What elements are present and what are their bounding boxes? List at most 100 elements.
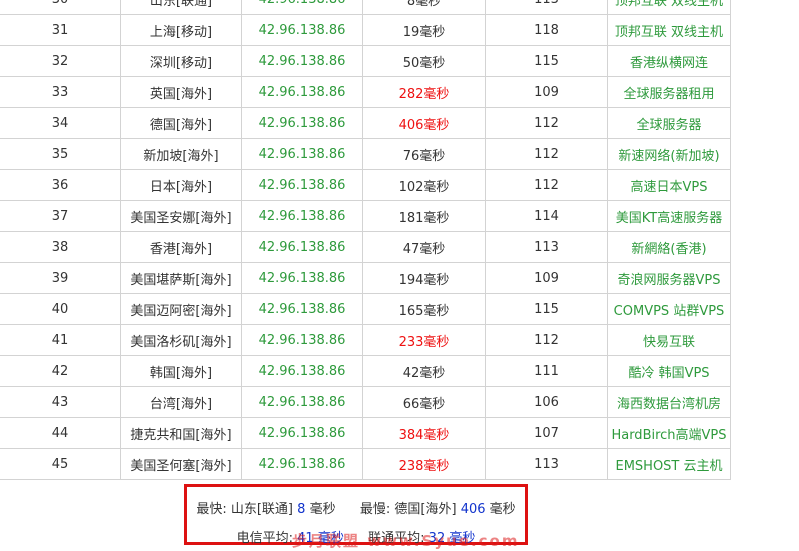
monitor-location: 日本[海外] (120, 169, 242, 201)
ttl-value: 115 (485, 293, 608, 325)
row-number: 43 (0, 386, 121, 418)
response-time: 76毫秒 (362, 138, 486, 170)
resolved-ip: 42.96.138.86 (241, 200, 363, 232)
resolved-ip: 42.96.138.86 (241, 386, 363, 418)
monitor-location: 深圳[移动] (120, 45, 242, 77)
sponsor-link[interactable]: COMVPS 站群VPS (614, 304, 725, 319)
fastest-location: 山东[联通] (230, 502, 293, 517)
monitor-location: 德国[海外] (120, 107, 242, 139)
sponsor-link[interactable]: 新速网络(新加坡) (618, 149, 719, 164)
resolved-ip: 42.96.138.86 (241, 324, 363, 356)
response-time: 384毫秒 (362, 417, 486, 449)
slowest-location: 德国[海外] (394, 502, 457, 517)
resolved-ip: 42.96.138.86 (241, 45, 363, 77)
resolved-ip: 42.96.138.86 (241, 107, 363, 139)
monitor-location: 美国洛杉矶[海外] (120, 324, 242, 356)
sponsor-link[interactable]: HardBirch高端VPS (611, 428, 726, 443)
sponsor-link[interactable]: 顶邦互联 双线主机 (615, 0, 723, 9)
sponsor-cell: 全球服务器 (607, 107, 731, 139)
response-time: 19毫秒 (362, 14, 486, 46)
sponsor-link[interactable]: EMSHOST 云主机 (615, 459, 722, 474)
monitor-location: 捷克共和国[海外] (120, 417, 242, 449)
monitor-location: 美国堪萨斯[海外] (120, 262, 242, 294)
monitor-location: 台湾[海外] (120, 386, 242, 418)
sponsor-link[interactable]: 顶邦互联 双线主机 (615, 25, 723, 40)
resolved-ip: 42.96.138.86 (241, 0, 363, 15)
sponsor-link[interactable]: 海西数据台湾机房 (617, 397, 721, 412)
table-row: 30山东[联通]42.96.138.868毫秒113 顶邦互联 双线主机 (0, 0, 731, 15)
sponsor-link[interactable]: 新網絡(香港) (631, 242, 706, 257)
sponsor-cell: 奇浪网服务器VPS (607, 262, 731, 294)
monitor-location: 山东[联通] (120, 0, 242, 15)
telecom-avg-label: 电信平均: (236, 531, 294, 546)
sponsor-cell: 海西数据台湾机房 (607, 386, 731, 418)
sponsor-cell: 新網絡(香港) (607, 231, 731, 263)
table-row: 43 台湾[海外] 42.96.138.86 66毫秒 106 海西数据台湾机房 (0, 386, 731, 418)
ttl-value: 112 (485, 107, 608, 139)
response-time: 282毫秒 (362, 76, 486, 108)
sponsor-cell: COMVPS 站群VPS (607, 293, 731, 325)
table-row: 42 韩国[海外] 42.96.138.86 42毫秒 111 酷冷 韩国VPS (0, 355, 731, 387)
row-number: 33 (0, 76, 121, 108)
sponsor-link[interactable]: 香港纵横网连 (630, 56, 708, 71)
sponsor-link[interactable]: 奇浪网服务器VPS (618, 273, 721, 288)
response-time: 102毫秒 (362, 169, 486, 201)
table-row: 39 美国堪萨斯[海外] 42.96.138.86 194毫秒 109 奇浪网服务器VPS (0, 262, 731, 294)
response-time: 194毫秒 (362, 262, 486, 294)
ttl-value: 109 (485, 262, 608, 294)
ttl-value: 113 (485, 448, 608, 480)
row-number: 35 (0, 138, 121, 170)
table-row: 37 美国圣安娜[海外] 42.96.138.86 181毫秒 114 美国KT高速服务器 (0, 200, 731, 232)
slowest-value: 406 (460, 502, 486, 517)
monitor-location: 上海[移动] (120, 14, 242, 46)
resolved-ip: 42.96.138.86 (241, 293, 363, 325)
sponsor-cell: 顶邦互联 双线主机 (607, 14, 731, 46)
sponsor-link[interactable]: 高速日本VPS (631, 180, 708, 195)
table-row: 33 英国[海外] 42.96.138.86 282毫秒 109 全球服务器租用 (0, 76, 731, 108)
ttl-value: 113 (485, 0, 608, 15)
sponsor-link[interactable]: 快易互联 (643, 335, 695, 350)
table-row: 45 美国圣何塞[海外] 42.96.138.86 238毫秒 113 EMSHOST 云… (0, 448, 731, 480)
ttl-value: 118 (485, 14, 608, 46)
monitor-location: 美国圣安娜[海外] (120, 200, 242, 232)
monitor-location: 英国[海外] (120, 76, 242, 108)
sponsor-link[interactable]: 全球服务器租用 (623, 87, 714, 102)
ttl-value: 112 (485, 169, 608, 201)
response-time: 165毫秒 (362, 293, 486, 325)
sponsor-cell: 快易互联 (607, 324, 731, 356)
table-row: 44 捷克共和国[海外] 42.96.138.86 384毫秒 107 HardBirch… (0, 417, 731, 449)
row-number: 45 (0, 448, 121, 480)
row-number: 34 (0, 107, 121, 139)
ping-results-body: 30山东[联通]42.96.138.868毫秒113顶邦互联 双线主机31上海[… (0, 0, 731, 480)
table-row: 35 新加坡[海外] 42.96.138.86 76毫秒 112 新速网络(新加坡) (0, 138, 731, 170)
ttl-value: 112 (485, 324, 608, 356)
sponsor-cell: 美国KT高速服务器 (607, 200, 731, 232)
sponsor-link[interactable]: 美国KT高速服务器 (616, 211, 722, 226)
sponsor-cell: 香港纵横网连 (607, 45, 731, 77)
sponsor-cell: 全球服务器租用 (607, 76, 731, 108)
table-row: 38 香港[海外] 42.96.138.86 47毫秒 113 新網絡(香港) (0, 231, 731, 263)
watermark: 步月联盟 www.Syue.com (292, 532, 520, 550)
row-number: 32 (0, 45, 121, 77)
monitor-location: 韩国[海外] (120, 355, 242, 387)
row-number: 41 (0, 324, 121, 356)
response-time: 66毫秒 (362, 386, 486, 418)
response-time: 8毫秒 (362, 0, 486, 15)
sponsor-cell: 顶邦互联 双线主机 (607, 0, 731, 15)
fastest-value: 8 (297, 502, 306, 517)
ttl-value: 106 (485, 386, 608, 418)
sponsor-link[interactable]: 酷冷 韩国VPS (628, 366, 709, 381)
row-number: 40 (0, 293, 121, 325)
ping-results-table: 30山东[联通]42.96.138.868毫秒113顶邦互联 双线主机31上海[… (0, 0, 731, 480)
monitor-location: 新加坡[海外] (120, 138, 242, 170)
ttl-value: 107 (485, 417, 608, 449)
ttl-value: 109 (485, 76, 608, 108)
resolved-ip: 42.96.138.86 (241, 169, 363, 201)
sponsor-cell: 新速网络(新加坡) (607, 138, 731, 170)
slowest-label: 最慢: (359, 502, 391, 517)
sponsor-link[interactable]: 全球服务器 (636, 118, 701, 133)
response-time: 233毫秒 (362, 324, 486, 356)
resolved-ip: 42.96.138.86 (241, 417, 363, 449)
row-number: 31 (0, 14, 121, 46)
fastest-unit: 毫秒 (309, 502, 336, 517)
